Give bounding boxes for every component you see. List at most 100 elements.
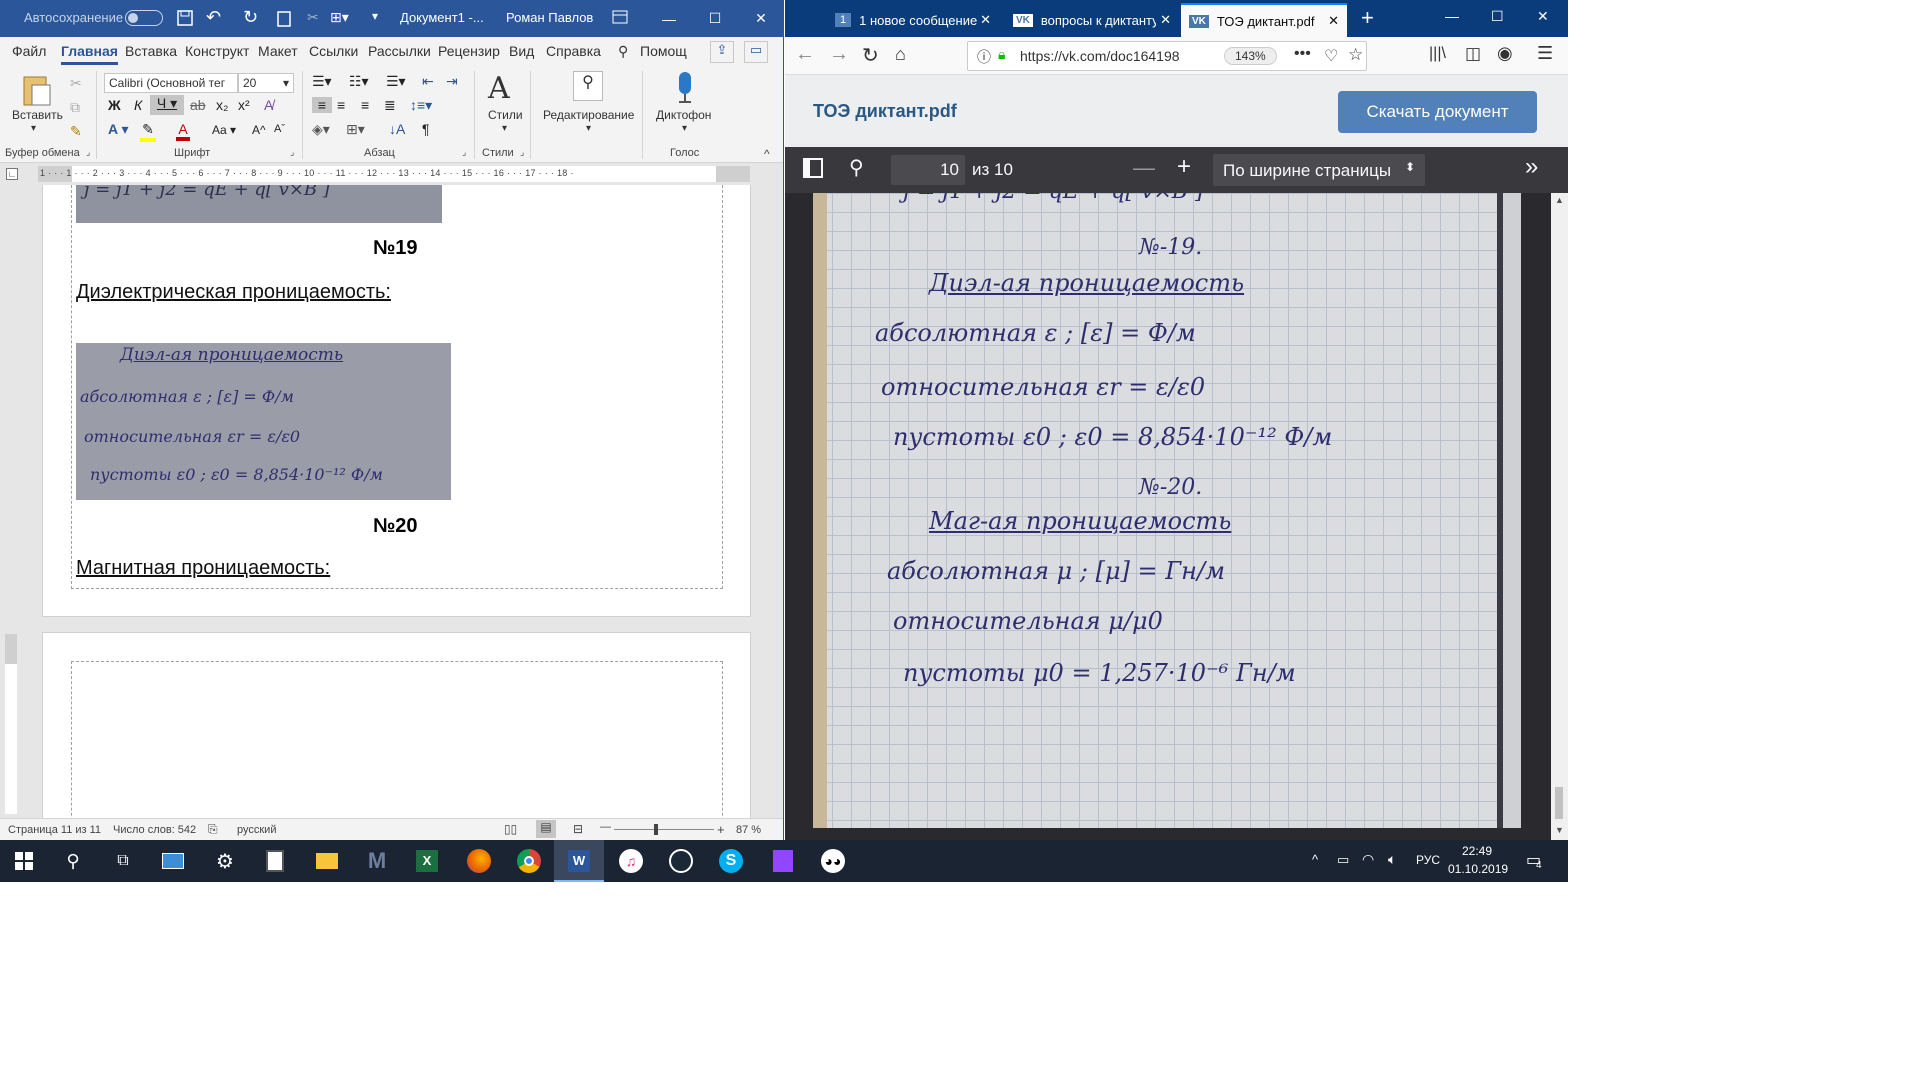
numbering-icon[interactable]: ☷▾ [349,73,369,90]
zoom-slider[interactable] [614,824,714,835]
tray-expand-icon[interactable]: ^ [1312,852,1318,867]
dictate-button[interactable]: Диктофон [656,108,711,122]
paste-dropdown-icon[interactable]: ▾ [31,123,36,134]
read-mode-icon[interactable]: ▯▯ [504,822,517,836]
pdf-viewer[interactable]: j = j1 + j2 = qE + q[ v×B ] №-19. Диэл-а… [785,193,1568,840]
excel-icon[interactable]: X [412,846,442,876]
search-icon[interactable]: ⚲ [618,43,628,60]
font-color-icon[interactable]: A [176,121,190,141]
library-icon[interactable]: |||\ [1429,45,1446,63]
copy-icon[interactable]: ⧉ [70,99,80,116]
wifi-icon[interactable]: ◠ [1362,851,1374,868]
lock-icon[interactable]: 🔒︎ [998,46,1005,63]
format-painter-icon[interactable]: ✎ [70,123,82,140]
language-indicator[interactable]: РУС [1416,853,1440,867]
strikethrough-button[interactable]: ab [190,97,206,113]
tab-close-icon[interactable]: ✕ [1328,13,1339,29]
forward-icon[interactable]: → [829,43,849,66]
settings-gear-icon[interactable]: ⚙ [210,846,240,876]
shading-icon[interactable]: ◈▾ [312,121,330,138]
clock-time[interactable]: 22:49 [1462,844,1492,858]
file-explorer-icon[interactable] [312,846,342,876]
pocket-icon[interactable]: ♡ [1324,46,1338,66]
tab-selector-icon[interactable]: ∟ [6,168,18,180]
tab-layout[interactable]: Макет [258,43,298,59]
minimize-icon[interactable]: — [646,0,692,37]
styles-icon[interactable]: A [488,71,510,106]
decrease-indent-icon[interactable]: ⇤ [422,73,434,90]
subscript-button[interactable]: x₂ [216,97,228,113]
editing-button[interactable]: Редактирование [543,108,634,122]
styles-launcher-icon[interactable]: ⌟ [520,147,524,158]
tab-mailings[interactable]: Рассылки [368,43,431,59]
font-name-combo[interactable]: Calibri (Основной тег [104,73,238,93]
app-face-icon[interactable]: ◕◕ [818,846,848,876]
microphone-icon[interactable] [674,71,696,105]
vertical-ruler[interactable] [0,630,22,818]
undo-icon[interactable]: ↶ [206,7,221,28]
shrink-font-icon[interactable]: Aˇ [274,123,285,135]
back-icon[interactable]: ← [795,43,815,66]
line-spacing-icon[interactable]: ↕≡▾ [410,97,432,114]
minimize-icon[interactable]: — [1445,8,1459,24]
tab-close-icon[interactable]: ✕ [1156,12,1171,28]
word-icon[interactable]: W [564,846,594,876]
italic-button[interactable]: К [134,97,142,113]
url-bar[interactable]: ⓘ 🔒︎ https://vk.com/doc164198 143% ••• ♡… [967,41,1367,71]
clock-date[interactable]: 01.10.2019 [1448,862,1508,876]
autosave-toggle[interactable] [125,10,163,26]
reload-icon[interactable]: ↻ [862,43,879,68]
home-icon[interactable]: ⌂ [895,44,906,65]
borders-icon[interactable]: ⊞▾ [346,121,365,138]
align-left-icon[interactable]: ≡ [312,97,332,113]
contacts-icon[interactable] [158,846,188,876]
bookmark-star-icon[interactable]: ☆ [1348,45,1363,65]
tab-references[interactable]: Ссылки [309,43,358,59]
maximize-icon[interactable]: ☐ [692,0,738,37]
text-effects-icon[interactable]: A ▾ [108,121,129,138]
zoom-indicator[interactable]: 143% [1224,47,1277,65]
zoom-out-icon[interactable]: — [1133,155,1155,181]
close-icon[interactable]: ✕ [1537,8,1549,25]
sidebar-icon[interactable]: ◫ [1465,44,1481,64]
proofing-icon[interactable]: ⎘ [208,822,218,837]
font-launcher-icon[interactable]: ⌟ [290,147,294,158]
zoom-select[interactable]: По ширине страницы ⬍ [1213,154,1425,186]
zoom-level[interactable]: 87 % [736,824,761,836]
increase-indent-icon[interactable]: ⇥ [446,73,458,90]
download-button[interactable]: Скачать документ [1338,91,1537,133]
twitch-icon[interactable] [768,846,798,876]
horizontal-ruler[interactable]: ∟ 1 · · · 1 · · · 2 · · · 3 · · · 4 · · … [0,163,783,185]
mail-m-icon[interactable]: M [362,846,392,876]
word-count[interactable]: Число слов: 542 [113,824,196,836]
volume-icon[interactable]: 🔈︎ [1388,851,1396,868]
web-layout-icon[interactable]: ⊟ [573,822,583,836]
editing-dropdown-icon[interactable]: ▾ [586,123,591,134]
skype-icon[interactable]: S [716,846,746,876]
tab-insert[interactable]: Вставка [125,43,177,59]
new-tab-icon[interactable]: + [1361,5,1374,31]
tell-me[interactable]: Помощ [640,43,687,59]
clipboard-launcher-icon[interactable]: ⌟ [86,147,90,158]
paragraph-launcher-icon[interactable]: ⌟ [462,147,466,158]
paste-icon[interactable] [20,73,54,109]
justify-icon[interactable]: ≣ [384,97,396,114]
document-page[interactable]: j = j1 + j2 = qE + q[ v×B ] №19 Диэлектр… [42,185,751,617]
firefox-icon[interactable] [464,846,494,876]
cut-icon[interactable]: ✂ [307,9,319,26]
zoom-in-icon[interactable]: + [717,822,725,837]
page-actions-icon[interactable]: ••• [1294,45,1311,63]
clear-format-icon[interactable]: A̸ [264,97,273,113]
language-status[interactable]: русский [237,824,276,836]
tab-help[interactable]: Справка [546,43,601,59]
pdf-scrollbar[interactable]: ▲ ▼ [1551,193,1568,840]
multilevel-icon[interactable]: ☰▾ [386,73,406,90]
search-icon[interactable]: ⚲ [58,846,88,876]
steam-icon[interactable] [666,846,696,876]
styles-button[interactable]: Стили [488,108,523,122]
zoom-out-icon[interactable]: — [600,821,611,833]
save-icon[interactable] [176,9,194,27]
page-count[interactable]: Страница 11 из 11 [8,824,101,836]
align-center-icon[interactable]: ≡ [337,97,345,113]
paste-button[interactable]: Вставить [12,108,63,122]
